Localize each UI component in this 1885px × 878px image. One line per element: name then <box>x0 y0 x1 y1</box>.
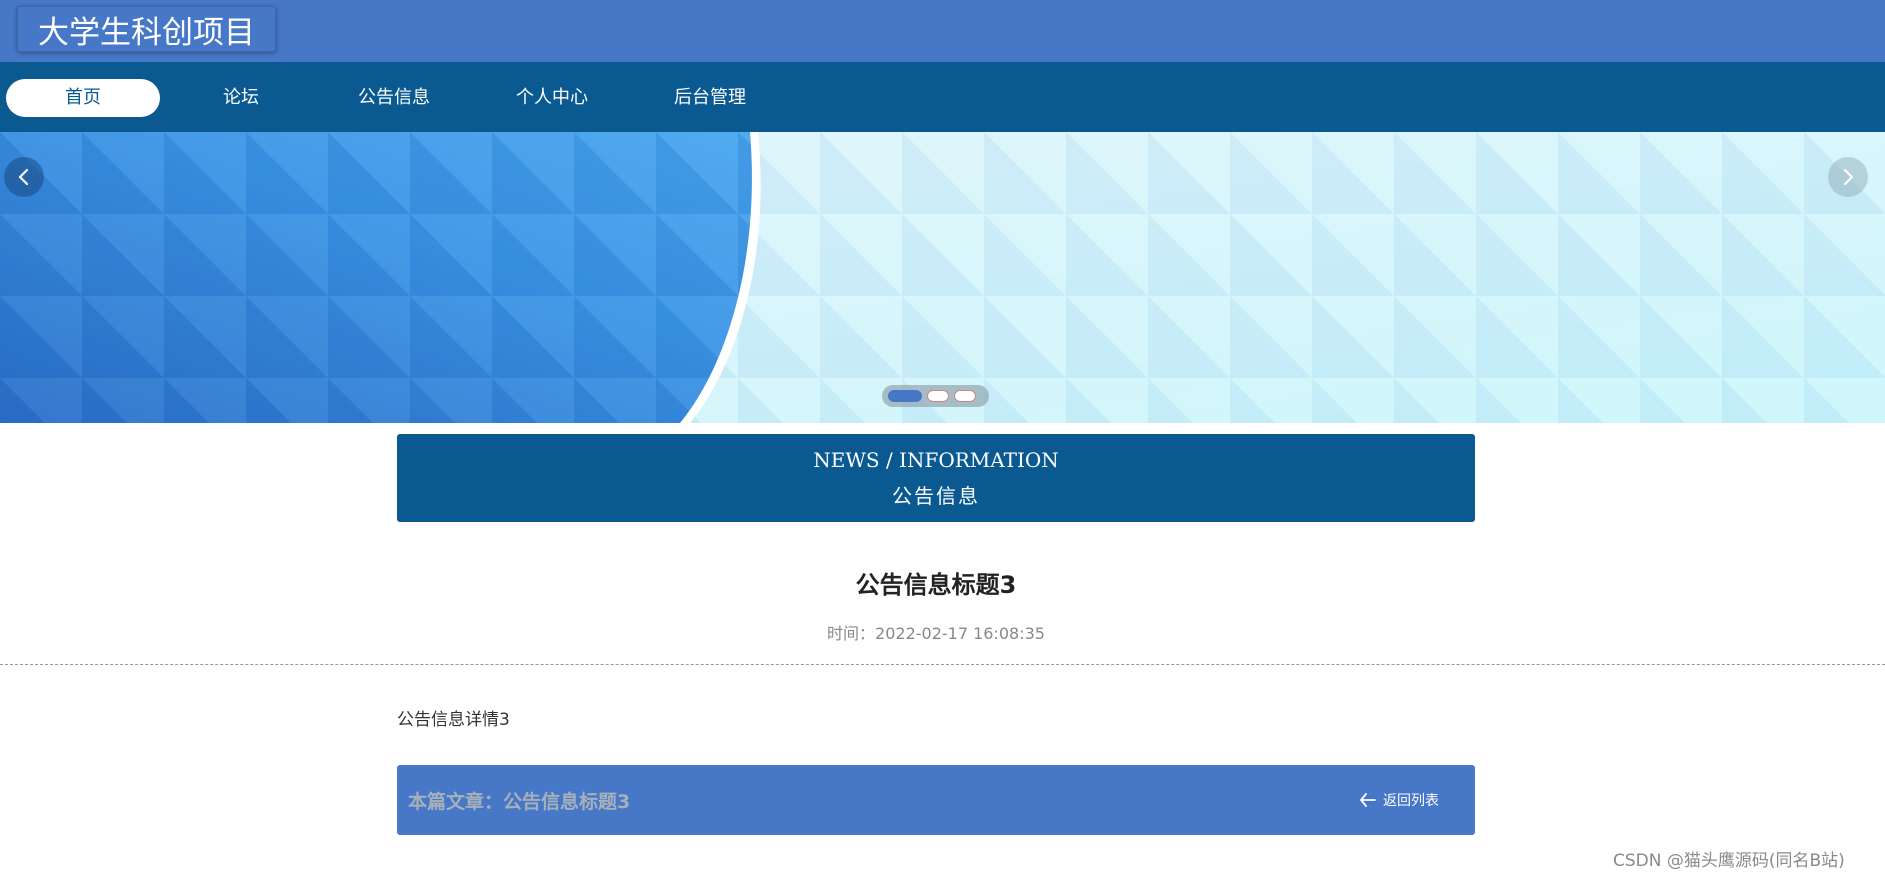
nav-item-personal-center[interactable]: 个人中心 <box>491 79 613 117</box>
section-title-en: NEWS / INFORMATION <box>813 448 1059 472</box>
carousel-prev-button[interactable] <box>4 157 44 197</box>
carousel-dot-1[interactable] <box>888 390 922 402</box>
main-nav: 首页 论坛 公告信息 个人中心 后台管理 <box>0 62 1885 132</box>
nav-item-forum[interactable]: 论坛 <box>180 79 302 117</box>
carousel-next-button[interactable] <box>1828 157 1868 197</box>
chevron-left-icon <box>18 168 29 186</box>
back-to-list-label: 返回列表 <box>1383 793 1439 809</box>
site-logo[interactable]: 大学生科创项目 <box>17 6 276 52</box>
article-title: 公告信息标题3 <box>855 571 1017 599</box>
article-footer-bar: 本篇文章：公告信息标题3 返回列表 <box>397 765 1475 835</box>
site-title: 大学生科创项目 <box>38 14 255 51</box>
back-to-list-button[interactable]: 返回列表 <box>1359 789 1439 811</box>
top-header: 大学生科创项目 <box>0 0 1885 62</box>
article-content: 公告信息详情3 <box>397 710 510 730</box>
carousel-indicators <box>882 385 989 407</box>
nav-item-admin[interactable]: 后台管理 <box>649 79 771 117</box>
divider <box>0 664 1885 665</box>
article-time: 时间：2022-02-17 16:08:35 <box>827 624 1045 643</box>
section-header: NEWS / INFORMATION 公告信息 <box>397 434 1475 522</box>
carousel-dot-2[interactable] <box>927 390 949 402</box>
nav-item-announcements[interactable]: 公告信息 <box>333 79 455 117</box>
arrow-left-icon <box>1360 793 1376 807</box>
section-title-cn: 公告信息 <box>892 484 980 508</box>
nav-item-home[interactable]: 首页 <box>6 79 160 117</box>
banner-carousel[interactable] <box>0 132 1885 423</box>
current-article-label: 本篇文章：公告信息标题3 <box>408 791 631 813</box>
carousel-dot-3[interactable] <box>954 390 976 402</box>
chevron-right-icon <box>1843 168 1854 186</box>
banner-image <box>0 132 1885 423</box>
watermark: CSDN @猫头鹰源码(同名B站) <box>1613 851 1845 871</box>
